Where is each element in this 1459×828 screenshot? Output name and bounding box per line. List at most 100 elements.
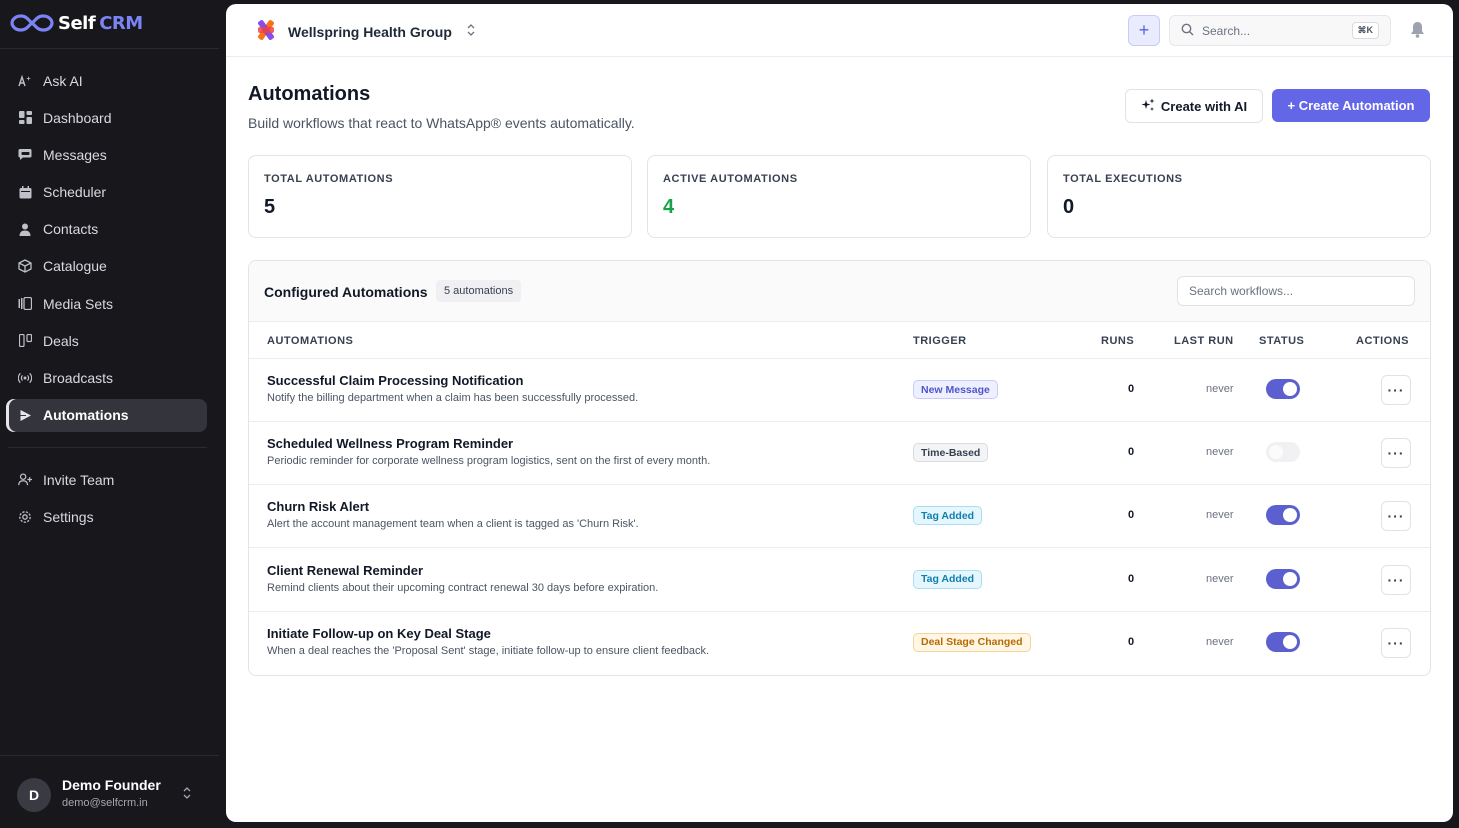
kanban-icon xyxy=(18,334,32,348)
sidebar-item-scheduler[interactable]: Scheduler xyxy=(6,176,207,209)
more-horizontal-icon: ··· xyxy=(1387,445,1405,462)
status-toggle[interactable] xyxy=(1266,379,1300,399)
row-actions-button[interactable]: ··· xyxy=(1381,564,1411,595)
status-toggle[interactable] xyxy=(1266,568,1300,589)
trigger-badge: Tag Added xyxy=(913,569,983,589)
sidebar-item-invite-team[interactable]: Invite Team xyxy=(6,463,207,496)
last-run: never xyxy=(1206,446,1234,459)
create-with-ai-button[interactable]: Create with AI xyxy=(1125,89,1263,123)
automation-name[interactable]: Client Renewal Reminder xyxy=(267,563,423,578)
dashboard-icon xyxy=(18,111,32,125)
infinity-logo-icon xyxy=(10,14,54,32)
status-toggle[interactable] xyxy=(1266,631,1300,652)
quick-add-button[interactable]: + xyxy=(1128,15,1160,46)
sidebar-item-label: Automations xyxy=(43,407,129,424)
page-subtitle: Build workflows that react to WhatsApp® … xyxy=(248,115,635,131)
stat-label: TOTAL AUTOMATIONS xyxy=(264,173,394,185)
automation-description: When a deal reaches the 'Proposal Sent' … xyxy=(267,644,710,657)
sidebar-item-media-sets[interactable]: Media Sets xyxy=(6,287,207,320)
status-toggle[interactable] xyxy=(1266,442,1300,463)
sidebar-item-label: Scheduler xyxy=(43,184,107,201)
global-search-input[interactable]: Search... ⌘K xyxy=(1169,15,1391,46)
user-profile[interactable]: D Demo Founder demo@selfcrm.in xyxy=(0,755,219,828)
chevron-up-down-icon[interactable] xyxy=(182,786,192,805)
workflow-search-input[interactable]: Search workflows... xyxy=(1177,276,1415,306)
sidebar-bottom-nav: Invite Team Settings xyxy=(6,463,207,537)
table-row[interactable]: Scheduled Wellness Program Reminder Perio… xyxy=(249,422,1430,486)
main-panel: Wellspring Health Group + Search... ⌘K A… xyxy=(226,4,1453,822)
avatar: D xyxy=(17,778,51,812)
sidebar-item-dashboard[interactable]: Dashboard xyxy=(6,101,207,134)
more-horizontal-icon: ··· xyxy=(1387,571,1405,588)
sidebar-item-messages[interactable]: Messages xyxy=(6,138,207,171)
sparkle-text-icon xyxy=(18,74,32,88)
sidebar-nav: Ask AI Dashboard Messages Scheduler Cont… xyxy=(6,64,207,436)
stat-value: 5 xyxy=(264,196,276,218)
org-switcher[interactable]: Wellspring Health Group xyxy=(254,18,476,45)
sidebar-item-label: Broadcasts xyxy=(43,370,114,386)
automation-name[interactable]: Scheduled Wellness Program Reminder xyxy=(267,436,513,451)
row-actions-button[interactable]: ··· xyxy=(1381,501,1411,532)
automation-name[interactable]: Initiate Follow-up on Key Deal Stage xyxy=(267,626,491,641)
last-run: never xyxy=(1206,635,1234,648)
table-title: Configured Automations xyxy=(264,284,428,300)
stat-label: ACTIVE AUTOMATIONS xyxy=(663,173,798,185)
status-toggle[interactable] xyxy=(1266,505,1300,526)
user-email: demo@selfcrm.in xyxy=(62,797,148,809)
more-horizontal-icon: ··· xyxy=(1387,508,1405,525)
toggle-knob xyxy=(1283,382,1297,396)
automation-description: Periodic reminder for corporate wellness… xyxy=(267,455,711,468)
create-automation-button[interactable]: + Create Automation xyxy=(1272,89,1430,122)
org-name: Wellspring Health Group xyxy=(288,23,452,40)
toggle-knob xyxy=(1283,634,1297,649)
search-shortcut: ⌘K xyxy=(1351,22,1379,39)
user-name: Demo Founder xyxy=(62,777,161,793)
last-run: never xyxy=(1206,509,1234,522)
last-run: never xyxy=(1206,572,1234,585)
row-actions-button[interactable]: ··· xyxy=(1381,375,1411,405)
table-row[interactable]: Initiate Follow-up on Key Deal Stage When… xyxy=(249,612,1430,675)
trigger-badge: Tag Added xyxy=(913,506,983,526)
table-row[interactable]: Churn Risk Alert Alert the account manage… xyxy=(249,485,1430,549)
org-logo-icon xyxy=(254,18,278,45)
more-horizontal-icon: ··· xyxy=(1387,634,1405,651)
sidebar-item-settings[interactable]: Settings xyxy=(6,500,207,533)
page-title: Automations xyxy=(248,83,371,105)
sparkles-icon xyxy=(1141,98,1155,115)
toggle-knob xyxy=(1269,445,1283,460)
sidebar-item-label: Contacts xyxy=(43,221,99,238)
row-actions-button[interactable]: ··· xyxy=(1381,627,1411,658)
table-row[interactable]: Successful Claim Processing Notification… xyxy=(249,359,1430,422)
count-badge: 5 automations xyxy=(436,280,522,302)
sidebar-item-label: Dashboard xyxy=(43,109,112,126)
search-placeholder: Search... xyxy=(1202,23,1251,38)
sidebar-item-label: Ask AI xyxy=(43,72,83,89)
message-icon xyxy=(18,148,32,162)
search-icon xyxy=(1181,23,1194,39)
sidebar-item-broadcasts[interactable]: Broadcasts xyxy=(6,362,207,395)
last-run: never xyxy=(1206,383,1234,395)
box-icon xyxy=(18,259,32,274)
automation-name[interactable]: Churn Risk Alert xyxy=(267,499,369,514)
table-row[interactable]: Client Renewal Reminder Remind clients ab… xyxy=(249,549,1430,612)
column-header-actions: ACTIONS xyxy=(1356,335,1409,347)
bell-icon[interactable] xyxy=(1410,21,1425,43)
sidebar-item-deals[interactable]: Deals xyxy=(6,324,207,357)
sidebar-item-catalogue[interactable]: Catalogue xyxy=(6,250,207,283)
stat-value: 0 xyxy=(1063,196,1075,218)
column-header-trigger: TRIGGER xyxy=(913,335,967,347)
sidebar-item-ask-ai[interactable]: Ask AI xyxy=(6,64,207,97)
row-actions-button[interactable]: ··· xyxy=(1381,438,1411,469)
plus-icon: + xyxy=(1138,20,1150,40)
table-head: AUTOMATIONS TRIGGER RUNS LAST RUN STATUS… xyxy=(249,322,1430,359)
chevron-up-down-icon xyxy=(466,23,476,40)
stat-value: 4 xyxy=(663,196,675,218)
sidebar-item-contacts[interactable]: Contacts xyxy=(6,213,207,246)
brand-logo[interactable]: Self CRM xyxy=(10,10,143,36)
sidebar-item-automations[interactable]: Automations xyxy=(6,398,207,432)
automation-name[interactable]: Successful Claim Processing Notification xyxy=(267,373,523,388)
trigger-badge: New Message xyxy=(913,380,998,399)
create-with-ai-label: Create with AI xyxy=(1160,98,1248,114)
runs-count: 0 xyxy=(1128,572,1135,585)
stat-card-total-automations: TOTAL AUTOMATIONS 5 xyxy=(248,155,632,238)
